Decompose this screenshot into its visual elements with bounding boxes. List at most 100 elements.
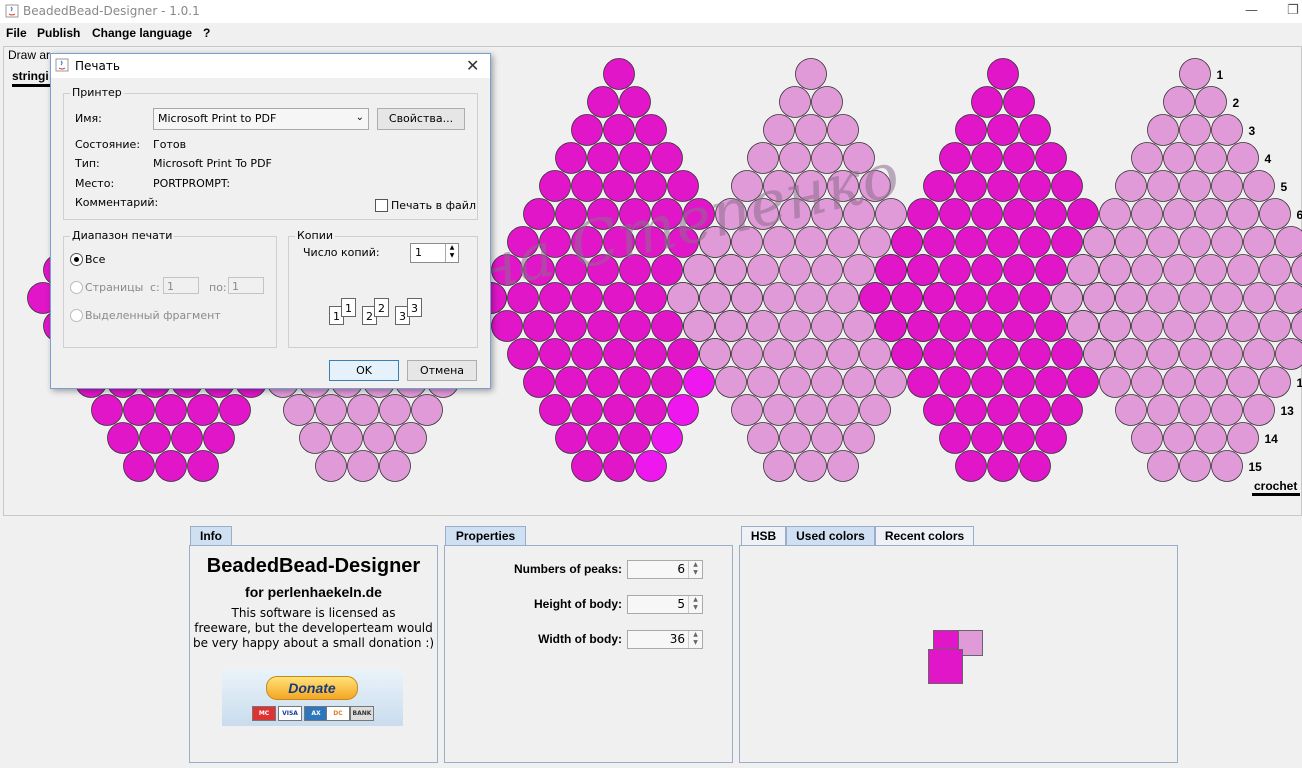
bead[interactable]: [1051, 282, 1083, 314]
bead[interactable]: [491, 254, 523, 286]
bead[interactable]: [1147, 282, 1179, 314]
bead[interactable]: [1163, 198, 1195, 230]
bead[interactable]: [1147, 114, 1179, 146]
bead[interactable]: [1275, 338, 1302, 370]
bead[interactable]: [955, 394, 987, 426]
bead[interactable]: [923, 282, 955, 314]
bead[interactable]: [1003, 366, 1035, 398]
bead[interactable]: [635, 450, 667, 482]
bead[interactable]: [1275, 226, 1302, 258]
spinner-arrows-icon[interactable]: ▲ ▼: [445, 244, 458, 262]
bead[interactable]: [619, 142, 651, 174]
bead[interactable]: [1019, 114, 1051, 146]
bead[interactable]: [635, 114, 667, 146]
bead[interactable]: [1131, 198, 1163, 230]
bead[interactable]: [1195, 422, 1227, 454]
bead[interactable]: [1067, 310, 1099, 342]
bead[interactable]: [219, 394, 251, 426]
bead[interactable]: [1211, 226, 1243, 258]
bead[interactable]: [1179, 450, 1211, 482]
bead[interactable]: [1019, 338, 1051, 370]
bead[interactable]: [411, 394, 443, 426]
bead[interactable]: [123, 450, 155, 482]
bead[interactable]: [571, 170, 603, 202]
bead[interactable]: [827, 338, 859, 370]
bead[interactable]: [1195, 310, 1227, 342]
bead[interactable]: [795, 58, 827, 90]
bead[interactable]: [1083, 282, 1115, 314]
bead[interactable]: [1211, 450, 1243, 482]
bead[interactable]: [843, 310, 875, 342]
tab-info[interactable]: Info: [190, 526, 232, 545]
bead[interactable]: [795, 450, 827, 482]
bead[interactable]: [187, 394, 219, 426]
bead[interactable]: [731, 170, 763, 202]
bead[interactable]: [1035, 142, 1067, 174]
bead[interactable]: [955, 114, 987, 146]
tab-used-colors[interactable]: Used colors: [786, 526, 875, 545]
bead[interactable]: [619, 86, 651, 118]
bead[interactable]: [571, 338, 603, 370]
bead[interactable]: [1035, 254, 1067, 286]
bead[interactable]: [539, 394, 571, 426]
tab-properties[interactable]: Properties: [445, 526, 526, 545]
range-selection-radio[interactable]: [70, 309, 83, 322]
bead[interactable]: [539, 338, 571, 370]
bead[interactable]: [1163, 86, 1195, 118]
bead[interactable]: [539, 226, 571, 258]
bead[interactable]: [603, 394, 635, 426]
bead[interactable]: [667, 226, 699, 258]
bead[interactable]: [283, 394, 315, 426]
bead[interactable]: [811, 86, 843, 118]
bead[interactable]: [1211, 338, 1243, 370]
cancel-button[interactable]: Отмена: [407, 360, 477, 381]
bead[interactable]: [1035, 366, 1067, 398]
bead[interactable]: [1179, 114, 1211, 146]
bead[interactable]: [811, 310, 843, 342]
bead[interactable]: [1195, 254, 1227, 286]
bead[interactable]: [571, 282, 603, 314]
bead[interactable]: [1147, 226, 1179, 258]
bead[interactable]: [763, 170, 795, 202]
bead[interactable]: [667, 338, 699, 370]
bead[interactable]: [1163, 310, 1195, 342]
bead[interactable]: [699, 226, 731, 258]
bead[interactable]: [571, 226, 603, 258]
bead[interactable]: [491, 310, 523, 342]
bead[interactable]: [635, 226, 667, 258]
bead[interactable]: [603, 58, 635, 90]
bead[interactable]: [1259, 254, 1291, 286]
bead[interactable]: [939, 254, 971, 286]
bead[interactable]: [555, 254, 587, 286]
bead[interactable]: [315, 394, 347, 426]
bead[interactable]: [1131, 422, 1163, 454]
printer-select[interactable]: Microsoft Print to PDF ⌄: [153, 108, 369, 130]
bead[interactable]: [779, 254, 811, 286]
bead[interactable]: [811, 142, 843, 174]
close-icon[interactable]: ✕: [466, 56, 479, 75]
bead[interactable]: [1003, 86, 1035, 118]
bead[interactable]: [651, 366, 683, 398]
bead[interactable]: [619, 254, 651, 286]
bead[interactable]: [1163, 142, 1195, 174]
bead[interactable]: [811, 422, 843, 454]
selected-color-swatch[interactable]: [928, 649, 963, 684]
bead[interactable]: [603, 170, 635, 202]
bead[interactable]: [1051, 170, 1083, 202]
bead[interactable]: [1131, 310, 1163, 342]
bead[interactable]: [763, 114, 795, 146]
bead[interactable]: [635, 394, 667, 426]
bead[interactable]: [651, 198, 683, 230]
bead[interactable]: [971, 422, 1003, 454]
bead[interactable]: [939, 310, 971, 342]
bead[interactable]: [747, 310, 779, 342]
bead[interactable]: [987, 394, 1019, 426]
bead[interactable]: [859, 282, 891, 314]
bead[interactable]: [827, 394, 859, 426]
bead[interactable]: [1147, 394, 1179, 426]
bead[interactable]: [635, 282, 667, 314]
bead[interactable]: [923, 170, 955, 202]
bead[interactable]: [987, 170, 1019, 202]
bead[interactable]: [1035, 198, 1067, 230]
bead[interactable]: [875, 366, 907, 398]
